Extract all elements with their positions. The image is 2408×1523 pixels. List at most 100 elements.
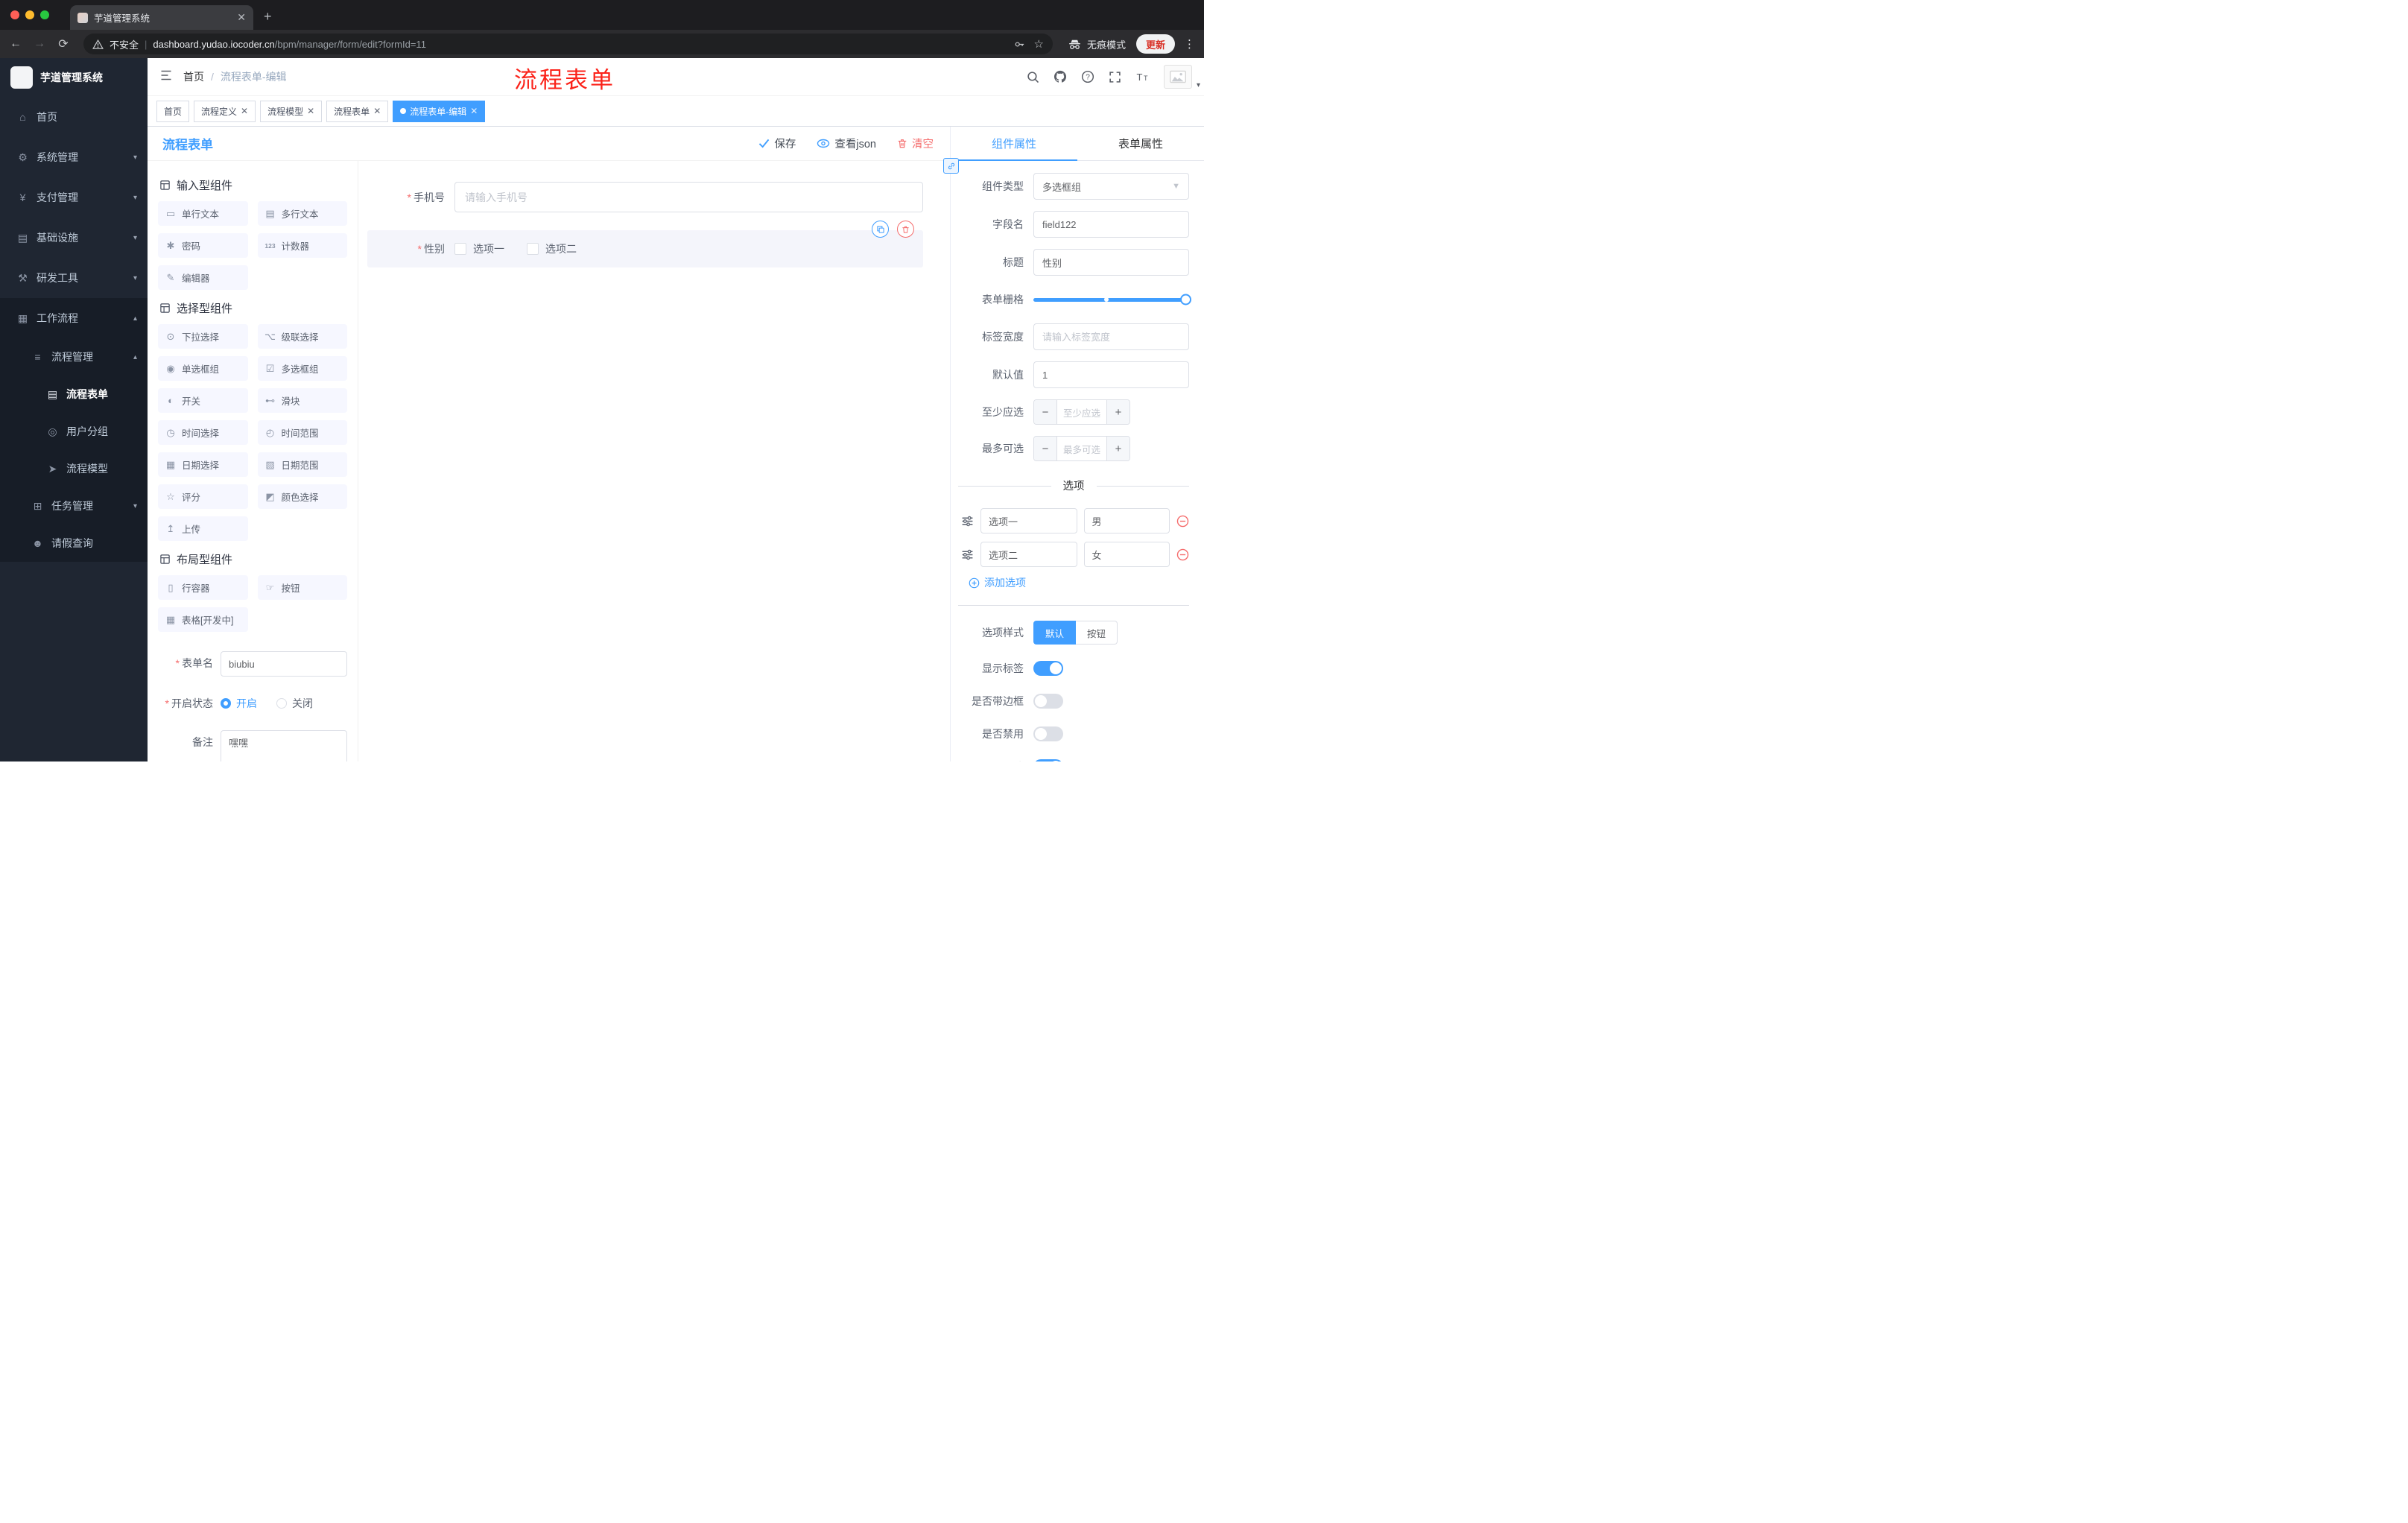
sidebar-item-process-management[interactable]: ≡ 流程管理 ▴ <box>0 338 148 376</box>
browser-tab[interactable]: 芋道管理系统 ✕ <box>70 5 253 30</box>
sidebar-item-payment-management[interactable]: ¥ 支付管理 ▾ <box>0 177 148 218</box>
palette-item-password[interactable]: ✱ 密码 <box>158 233 248 258</box>
bookmark-star-icon[interactable]: ☆ <box>1034 37 1044 51</box>
minimize-window-button[interactable] <box>25 10 34 19</box>
app-logo[interactable]: 芋道管理系统 <box>0 58 148 97</box>
link-icon[interactable] <box>943 158 959 174</box>
key-icon[interactable] <box>1014 39 1025 50</box>
remark-textarea[interactable]: 嘿嘿 <box>221 730 347 762</box>
view-json-button[interactable]: 查看json <box>817 136 876 151</box>
sidebar-item-leave-query[interactable]: ☻ 请假查询 <box>0 525 148 562</box>
palette-item-date-picker[interactable]: ▦ 日期选择 <box>158 452 248 477</box>
palette-item-select[interactable]: ⊙ 下拉选择 <box>158 324 248 349</box>
sidebar-item-home[interactable]: ⌂ 首页 <box>0 97 148 137</box>
component-type-select[interactable]: 多选框组 ▼ <box>1033 173 1189 200</box>
palette-item-table[interactable]: ▦ 表格[开发中] <box>158 607 248 632</box>
max-select-placeholder[interactable]: 最多可选 <box>1057 437 1106 460</box>
maximize-window-button[interactable] <box>40 10 49 19</box>
show-label-switch[interactable] <box>1033 661 1063 676</box>
palette-item-single-text[interactable]: ▭ 单行文本 <box>158 201 248 226</box>
canvas-field-phone[interactable]: 手机号 <box>367 182 923 212</box>
remove-option-icon[interactable] <box>1176 548 1189 561</box>
drag-handle-icon[interactable] <box>961 515 974 528</box>
option-name-input[interactable] <box>980 542 1077 567</box>
min-select-placeholder[interactable]: 至少应选 <box>1057 400 1106 424</box>
browser-menu-icon[interactable]: ⋮ <box>1184 37 1195 51</box>
decrement-button[interactable]: − <box>1034 400 1057 424</box>
option-value-input[interactable] <box>1083 508 1170 533</box>
phone-input[interactable] <box>454 182 923 212</box>
label-width-input[interactable] <box>1033 323 1189 350</box>
delete-component-button[interactable] <box>897 221 914 238</box>
border-switch[interactable] <box>1033 694 1063 709</box>
slider-handle[interactable] <box>1180 294 1191 305</box>
style-default-button[interactable]: 默认 <box>1033 621 1077 645</box>
palette-item-slider[interactable]: ⊷ 滑块 <box>257 388 347 413</box>
required-switch[interactable] <box>1033 759 1063 762</box>
font-size-icon[interactable]: TT <box>1135 71 1150 83</box>
tab-form-props[interactable]: 表单属性 <box>1077 127 1204 160</box>
reload-icon[interactable]: ⟳ <box>55 37 72 51</box>
default-value-input[interactable] <box>1033 361 1189 388</box>
grid-slider[interactable] <box>1033 287 1191 312</box>
sidebar-item-workflow[interactable]: ▦ 工作流程 ▴ <box>0 298 148 338</box>
clear-button[interactable]: 清空 <box>897 136 934 151</box>
address-bar[interactable]: 不安全 | dashboard.yudao.iocoder.cn/bpm/man… <box>83 34 1053 54</box>
palette-item-date-range[interactable]: ▧ 日期范围 <box>257 452 347 477</box>
option-value-input[interactable] <box>1083 542 1170 567</box>
copy-component-button[interactable] <box>872 221 889 238</box>
window-controls[interactable] <box>10 0 60 30</box>
sidebar-item-task-management[interactable]: ⊞ 任务管理 ▾ <box>0 487 148 525</box>
status-radio-on[interactable]: 开启 <box>221 696 257 711</box>
disabled-switch[interactable] <box>1033 726 1063 741</box>
github-icon[interactable] <box>1054 70 1067 83</box>
palette-item-rate[interactable]: ☆ 评分 <box>158 484 248 509</box>
back-icon[interactable]: ← <box>7 37 24 51</box>
tag-home[interactable]: 首页 <box>156 100 190 122</box>
palette-item-editor[interactable]: ✎ 编辑器 <box>158 265 248 290</box>
form-canvas[interactable]: 手机号 <box>358 161 950 762</box>
tag-process-definition[interactable]: 流程定义 ✕ <box>194 100 256 122</box>
canvas-field-gender-selected[interactable]: 性别 选项一 选项二 <box>367 221 923 267</box>
palette-item-time-picker[interactable]: ◷ 时间选择 <box>158 420 248 445</box>
palette-item-cascader[interactable]: ⌥ 级联选择 <box>257 324 347 349</box>
new-tab-button[interactable]: + <box>264 9 272 25</box>
option-name-input[interactable] <box>980 508 1077 533</box>
palette-item-button[interactable]: ☞ 按钮 <box>257 575 347 600</box>
fullscreen-icon[interactable] <box>1109 71 1121 83</box>
browser-update-button[interactable]: 更新 <box>1135 34 1175 54</box>
increment-button[interactable]: + <box>1106 400 1129 424</box>
close-icon[interactable]: ✕ <box>307 106 314 116</box>
increment-button[interactable]: + <box>1106 437 1129 460</box>
form-name-input[interactable] <box>221 651 347 677</box>
avatar[interactable]: ▾ <box>1164 65 1200 89</box>
hamburger-icon[interactable] <box>159 69 173 85</box>
status-radio-off[interactable]: 关闭 <box>276 696 313 711</box>
close-icon[interactable]: ✕ <box>470 106 478 116</box>
field-name-input[interactable] <box>1033 211 1189 238</box>
tag-process-form[interactable]: 流程表单 ✕ <box>326 100 389 122</box>
style-button-button[interactable]: 按钮 <box>1076 621 1118 645</box>
forward-icon[interactable]: → <box>31 37 48 51</box>
palette-item-checkbox-group[interactable]: ☑ 多选框组 <box>257 356 347 381</box>
remove-option-icon[interactable] <box>1176 515 1189 528</box>
drag-handle-icon[interactable] <box>961 548 974 561</box>
palette-item-switch[interactable]: ◐ 开关 <box>158 388 248 413</box>
palette-item-multi-text[interactable]: ▤ 多行文本 <box>257 201 347 226</box>
add-option-button[interactable]: 添加选项 <box>969 575 1189 590</box>
close-icon[interactable]: ✕ <box>373 106 381 116</box>
sidebar-item-system-management[interactable]: ⚙ 系统管理 ▾ <box>0 137 148 177</box>
sidebar-item-process-form[interactable]: ▤ 流程表单 <box>0 376 148 413</box>
palette-item-color-picker[interactable]: ◩ 颜色选择 <box>257 484 347 509</box>
tag-process-model[interactable]: 流程模型 ✕ <box>260 100 323 122</box>
tab-close-icon[interactable]: ✕ <box>237 11 246 24</box>
palette-item-counter[interactable]: 123 计数器 <box>257 233 347 258</box>
palette-item-radio-group[interactable]: ◉ 单选框组 <box>158 356 248 381</box>
tag-process-form-edit[interactable]: 流程表单-编辑 ✕ <box>393 100 486 122</box>
checkbox-option-1[interactable]: 选项一 <box>454 241 504 256</box>
decrement-button[interactable]: − <box>1034 437 1057 460</box>
help-icon[interactable]: ? <box>1081 70 1094 83</box>
close-window-button[interactable] <box>10 10 19 19</box>
palette-item-row-container[interactable]: ▯ 行容器 <box>158 575 248 600</box>
title-input[interactable] <box>1033 249 1189 276</box>
